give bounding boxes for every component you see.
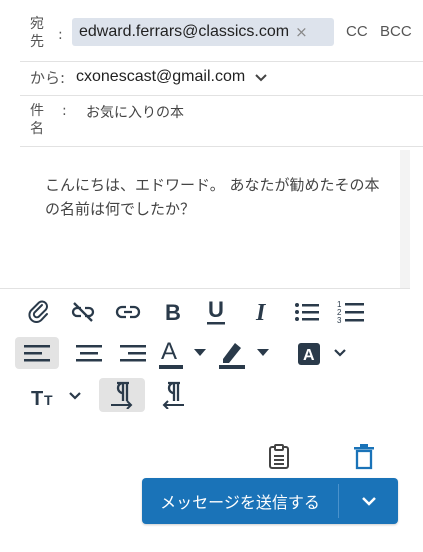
bulleted-list-button[interactable] [292,297,322,327]
bold-button[interactable]: B [158,297,188,327]
divider [20,146,423,147]
font-color-dropdown[interactable] [191,344,209,362]
unlink-icon [71,302,95,322]
align-right-icon [120,345,146,362]
svg-text:A: A [303,347,315,364]
chevron-down-icon [334,349,346,357]
subject-label-line1: 件 [30,103,44,119]
to-label-line2: 先 [30,34,44,50]
divider [20,95,423,96]
italic-icon: I [255,300,267,324]
divider [20,61,423,62]
send-button-group: メッセージを送信する [142,478,398,524]
subject-label-line2: 名 [30,121,44,137]
align-left-button[interactable] [15,337,59,369]
body-scrollbar[interactable] [400,150,410,288]
italic-button[interactable]: I [247,297,277,327]
to-label: 宛 先 [30,15,44,51]
align-center-icon [76,345,102,362]
unlink-button[interactable] [67,297,99,327]
svg-text:T: T [31,388,43,408]
svg-text:I: I [255,300,267,324]
chevron-down-icon[interactable] [254,71,268,85]
cc-button[interactable]: CC [346,23,368,40]
send-options-button[interactable] [339,478,398,524]
align-center-button[interactable] [72,337,106,369]
svg-text:3: 3 [337,316,342,325]
svg-text:A: A [161,338,177,365]
text-background-button[interactable]: A [294,339,324,369]
delete-button[interactable] [349,442,379,472]
rtl-direction-button[interactable] [156,378,190,412]
clipboard-icon [269,444,289,469]
rtl-direction-icon [162,381,184,409]
text-background-icon: A [298,343,320,365]
ltr-direction-button[interactable] [99,378,145,412]
to-colon: : [58,27,63,43]
bold-icon: B [165,300,181,324]
from-label: から: [30,69,66,87]
underline-icon: U [207,297,225,325]
font-size-dropdown[interactable] [66,387,84,405]
highlight-color-dropdown[interactable] [254,344,272,362]
bulleted-list-icon [295,303,319,321]
to-label-line1: 宛 [30,16,44,32]
chevron-down-icon [361,497,376,506]
svg-text:T: T [44,392,53,408]
align-right-button[interactable] [116,337,150,369]
link-icon [115,305,141,319]
remove-recipient-icon[interactable]: × [295,23,308,41]
attach-button[interactable] [24,296,54,326]
align-left-icon [24,345,50,362]
recipient-address: edward.ferrars@classics.com [79,23,290,40]
svg-text:B: B [165,300,181,324]
font-color-icon: A [159,338,183,369]
svg-text:U: U [208,297,224,322]
message-body[interactable]: こんにちは、エドワード。 あなたが勧めたその本の名前は何でしたか？ [45,173,380,221]
numbered-list-button[interactable]: 1 2 3 [335,297,367,327]
font-size-button[interactable]: T T [30,382,60,412]
recipient-chip[interactable]: edward.ferrars@classics.com × [72,18,334,46]
subject-field[interactable]: お気に入りの本 [86,102,184,122]
highlight-color-icon [219,343,245,369]
font-size-icon: T T [31,388,53,408]
caret-down-icon [257,349,269,356]
paperclip-icon [28,300,48,323]
divider [0,288,410,289]
chevron-down-icon [69,392,81,400]
from-select[interactable]: cxonescast@gmail.com [76,68,245,86]
subject-label: 件 名 [30,102,44,138]
caret-down-icon [194,349,206,356]
numbered-list-icon: 1 2 3 [337,300,364,325]
highlight-color-button[interactable] [215,335,249,373]
template-button[interactable] [264,442,294,472]
ltr-direction-icon [111,381,133,409]
underline-button[interactable]: U [201,295,231,329]
text-background-dropdown[interactable] [331,344,349,362]
font-color-button[interactable]: A [156,335,186,373]
trash-icon [354,444,374,470]
bcc-button[interactable]: BCC [380,23,412,40]
subject-colon: : [62,103,67,119]
send-button[interactable]: メッセージを送信する [142,478,338,524]
link-button[interactable] [112,297,144,327]
